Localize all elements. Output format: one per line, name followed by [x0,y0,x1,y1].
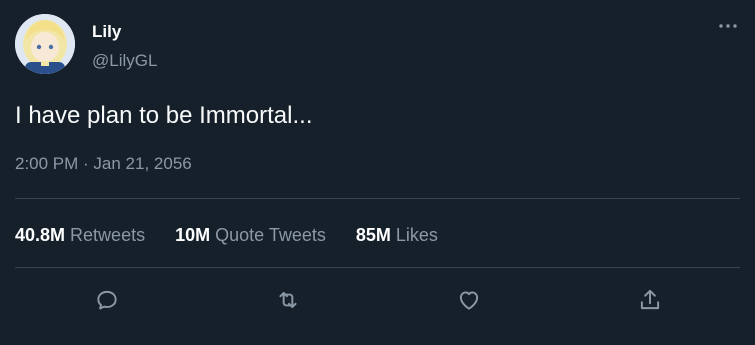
share-icon [640,289,660,310]
tweet-stats: 40.8M Retweets 10M Quote Tweets 85M Like… [15,224,468,246]
action-bar [0,282,755,318]
like-icon [459,291,479,310]
retweet-button[interactable] [270,282,306,318]
author-display-name[interactable]: Lily [92,21,121,43]
likes-stat[interactable]: 85M Likes [356,224,438,246]
avatar-icon [15,14,75,74]
likes-label: Likes [395,225,438,245]
tweet-timestamp[interactable]: 2:00 PM · Jan 21, 2056 [15,153,192,175]
more-icon [719,24,737,28]
like-button[interactable] [451,282,487,318]
retweets-stat[interactable]: 40.8M Retweets [15,224,145,246]
quote-tweets-stat[interactable]: 10M Quote Tweets [175,224,326,246]
avatar[interactable] [15,14,75,74]
tweet-detail: Lily @LilyGL I have plan to be Immortal.… [0,0,755,345]
author-handle[interactable]: @LilyGL [92,50,157,72]
retweets-label: Retweets [70,225,146,245]
quote-tweets-label: Quote Tweets [215,225,326,245]
quote-tweets-count: 10M [175,225,211,245]
retweet-icon [279,291,297,309]
tweet-text: I have plan to be Immortal... [15,102,313,129]
reply-button[interactable] [89,282,125,318]
divider [15,267,740,268]
share-button[interactable] [632,282,668,318]
divider [15,198,740,199]
more-options-button[interactable] [713,14,743,38]
reply-icon [97,290,117,310]
retweets-count: 40.8M [15,225,66,245]
likes-count: 85M [355,225,391,245]
